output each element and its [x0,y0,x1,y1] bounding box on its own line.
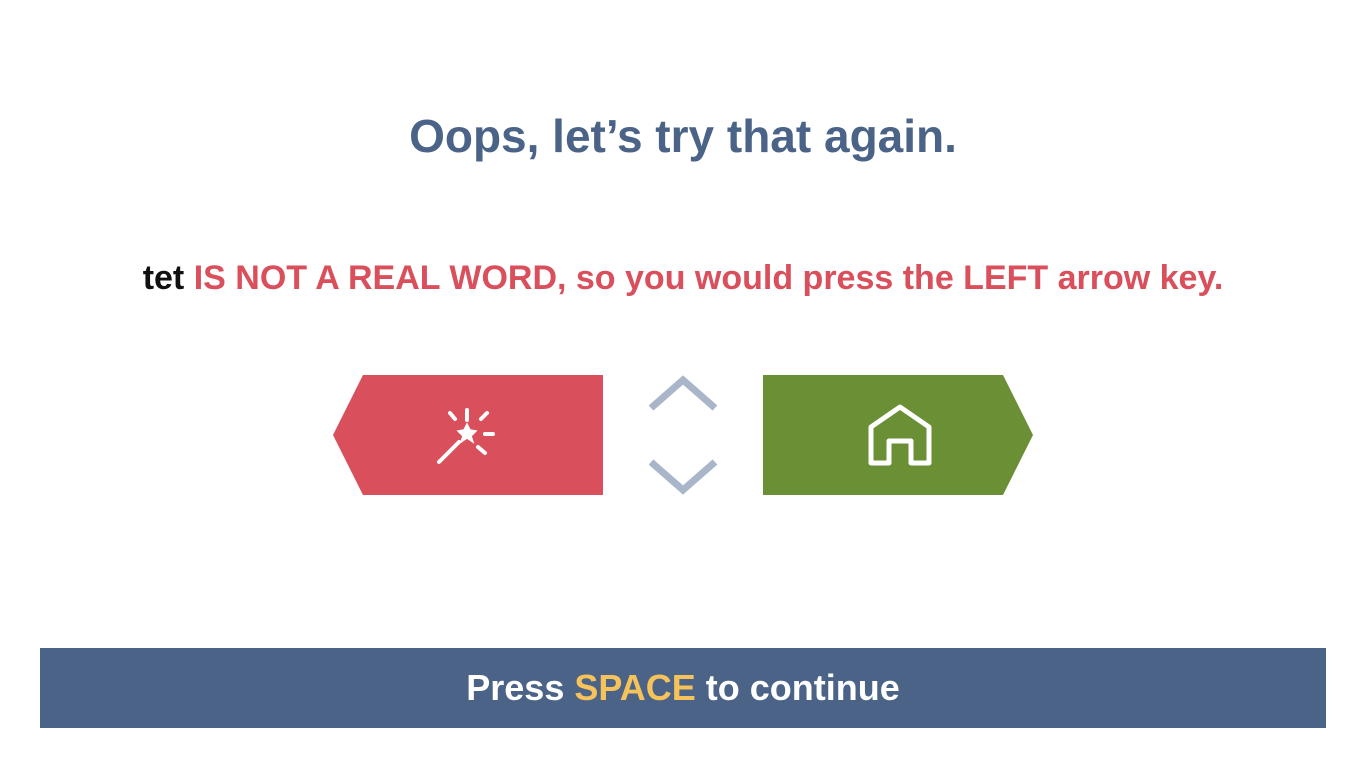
left-key-shape [333,375,603,495]
space-key-label: SPACE [574,667,696,708]
right-key-realword[interactable] [763,375,1033,495]
trial-feedback-screen: Oops, let’s try that again. tet IS NOT A… [0,0,1366,768]
stimulus-word: tet [142,259,185,297]
feedback-message: tet IS NOT A REAL WORD, so you would pre… [0,254,1366,302]
left-key-nonword[interactable] [333,375,603,495]
continue-suffix: to continue [705,667,900,708]
feedback-heading: Oops, let’s try that again. [409,110,957,162]
chevron-down-icon [648,459,718,495]
continue-prefix: Press [466,667,565,708]
right-key-shape [763,375,1033,495]
feedback-explanation: IS NOT A REAL WORD, so you would press t… [193,259,1224,297]
chevron-up-icon [648,375,718,411]
continue-banner[interactable]: Press SPACE to continue [40,648,1326,728]
